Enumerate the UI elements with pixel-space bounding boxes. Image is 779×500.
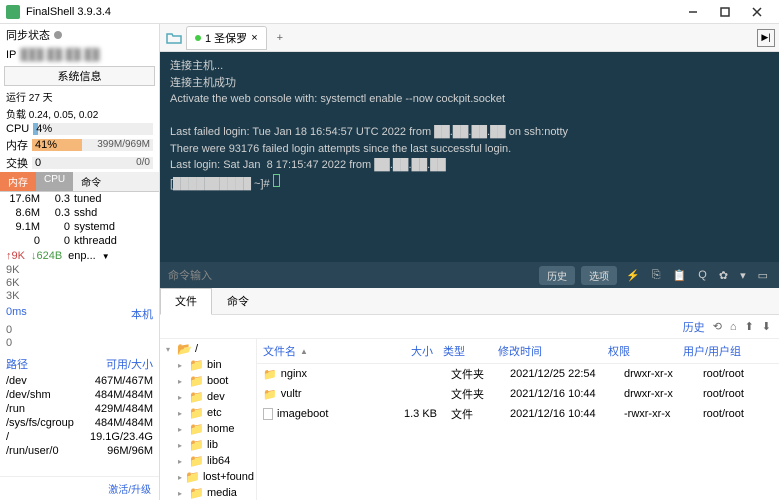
fullscreen-icon[interactable]: ▭ bbox=[755, 269, 771, 282]
local-label: 本机 bbox=[131, 306, 153, 322]
search-icon[interactable]: Q bbox=[695, 269, 710, 281]
sync-status-label: 同步状态 bbox=[6, 27, 50, 43]
file-row[interactable]: 📁nginx 文件夹2021/12/25 22:54drwxr-xr-xroot… bbox=[257, 364, 779, 384]
tree-root[interactable]: ▾📂/ bbox=[162, 341, 254, 357]
net-scale: 9K6K3K bbox=[0, 264, 159, 304]
tree-item[interactable]: ▸📁lib64 bbox=[162, 453, 254, 469]
load-label: 负载 0.24, 0.05, 0.02 bbox=[0, 105, 159, 122]
tree-item[interactable]: ▸📁boot bbox=[162, 373, 254, 389]
swap-label: 交换 bbox=[6, 155, 28, 171]
net-interface[interactable]: enp... bbox=[68, 250, 96, 262]
col-owner[interactable]: 用户/用户组 bbox=[683, 343, 753, 359]
connection-tab-label: 1 圣保罗 bbox=[205, 30, 247, 46]
file-history-link[interactable]: 历史 bbox=[683, 319, 705, 335]
tab-files[interactable]: 文件 bbox=[160, 288, 212, 315]
uptime-label: 运行 27 天 bbox=[0, 88, 159, 105]
refresh-icon[interactable]: ⟲ bbox=[713, 320, 722, 333]
tab-cpu[interactable]: CPU bbox=[36, 172, 73, 191]
tree-item[interactable]: ▸📁lib bbox=[162, 437, 254, 453]
paste-icon[interactable]: 📋 bbox=[670, 269, 690, 282]
tree-item[interactable]: ▸📁home bbox=[162, 421, 254, 437]
connection-status-dot bbox=[195, 35, 201, 41]
expand-icon[interactable]: ▶| bbox=[757, 29, 775, 47]
tree-item[interactable]: ▸📁media bbox=[162, 485, 254, 500]
tree-item[interactable]: ▸📁bin bbox=[162, 357, 254, 373]
col-type[interactable]: 类型 bbox=[443, 343, 498, 359]
minimize-button[interactable] bbox=[677, 1, 709, 23]
tree-item[interactable]: ▸📁dev bbox=[162, 389, 254, 405]
file-row[interactable]: 📁vultr 文件夹2021/12/16 10:44drwxr-xr-xroot… bbox=[257, 384, 779, 404]
folder-icon: 📁 bbox=[263, 368, 277, 381]
settings-icon[interactable]: ✿ bbox=[716, 269, 731, 282]
app-logo bbox=[6, 5, 20, 19]
tab-command[interactable]: 命令 bbox=[73, 172, 109, 191]
terminal-output[interactable]: 连接主机... 连接主机成功 Activate the web console … bbox=[160, 52, 779, 262]
disk-hdr-path: 路径 bbox=[6, 356, 91, 372]
tree-item[interactable]: ▸📁etc bbox=[162, 405, 254, 421]
dropdown-icon[interactable]: ▾ bbox=[737, 269, 749, 282]
options-button[interactable]: 选项 bbox=[581, 266, 617, 285]
cpu-label: CPU bbox=[6, 123, 29, 135]
home-icon[interactable]: ⌂ bbox=[730, 321, 737, 333]
disk-hdr-size: 可用/大小 bbox=[91, 356, 153, 372]
net-download: ↓624B bbox=[31, 250, 62, 262]
command-input[interactable]: 命令输入 bbox=[168, 267, 533, 283]
file-icon bbox=[263, 408, 273, 420]
col-filename[interactable]: 文件名 bbox=[263, 343, 296, 359]
terminal-cursor bbox=[273, 174, 280, 187]
folder-icon: 📁 bbox=[263, 388, 277, 401]
upload-icon[interactable]: ⬆ bbox=[745, 320, 754, 333]
net-upload: ↑9K bbox=[6, 250, 25, 262]
folder-icon[interactable] bbox=[164, 28, 184, 48]
mem-label: 内存 bbox=[6, 137, 28, 153]
ip-value: ███.██.██.██ bbox=[20, 49, 99, 61]
download-icon[interactable]: ⬇ bbox=[762, 320, 771, 333]
col-perm[interactable]: 权限 bbox=[608, 343, 683, 359]
latency-value: 0ms bbox=[6, 306, 27, 322]
tab-memory[interactable]: 内存 bbox=[0, 172, 36, 191]
col-size[interactable]: 大小 bbox=[383, 343, 443, 359]
bolt-icon[interactable]: ⚡ bbox=[623, 269, 643, 282]
system-info-button[interactable]: 系统信息 bbox=[4, 66, 155, 86]
history-button[interactable]: 历史 bbox=[539, 266, 575, 285]
mem-bar: 41%399M/969M bbox=[32, 139, 153, 151]
ip-label: IP bbox=[6, 49, 16, 61]
directory-tree[interactable]: ▾📂/ ▸📁bin ▸📁boot ▸📁dev ▸📁etc ▸📁home ▸📁li… bbox=[160, 339, 257, 500]
activate-link[interactable]: 激活/升级 bbox=[0, 476, 159, 500]
maximize-button[interactable] bbox=[709, 1, 741, 23]
app-title: FinalShell 3.9.3.4 bbox=[26, 6, 677, 18]
process-list: 17.6M0.3tuned 8.6M0.3sshd 9.1M0systemd 0… bbox=[0, 192, 159, 248]
tab-close-icon[interactable]: × bbox=[251, 32, 257, 44]
copy-icon[interactable]: ⎘ bbox=[649, 269, 664, 282]
file-row[interactable]: imageboot 1.3 KB文件2021/12/16 10:44-rwxr-… bbox=[257, 404, 779, 424]
sort-asc-icon[interactable]: ▲ bbox=[300, 347, 308, 356]
tree-item[interactable]: ▸📁lost+found bbox=[162, 469, 254, 485]
connection-tab[interactable]: 1 圣保罗 × bbox=[186, 26, 267, 50]
new-tab-button[interactable]: + bbox=[269, 29, 291, 47]
close-button[interactable] bbox=[741, 1, 773, 23]
tab-commands[interactable]: 命令 bbox=[212, 288, 264, 314]
cpu-bar: 4% bbox=[33, 123, 153, 135]
status-dot-icon bbox=[54, 31, 62, 39]
col-date[interactable]: 修改时间 bbox=[498, 343, 608, 359]
swap-bar: 00/0 bbox=[32, 157, 153, 169]
